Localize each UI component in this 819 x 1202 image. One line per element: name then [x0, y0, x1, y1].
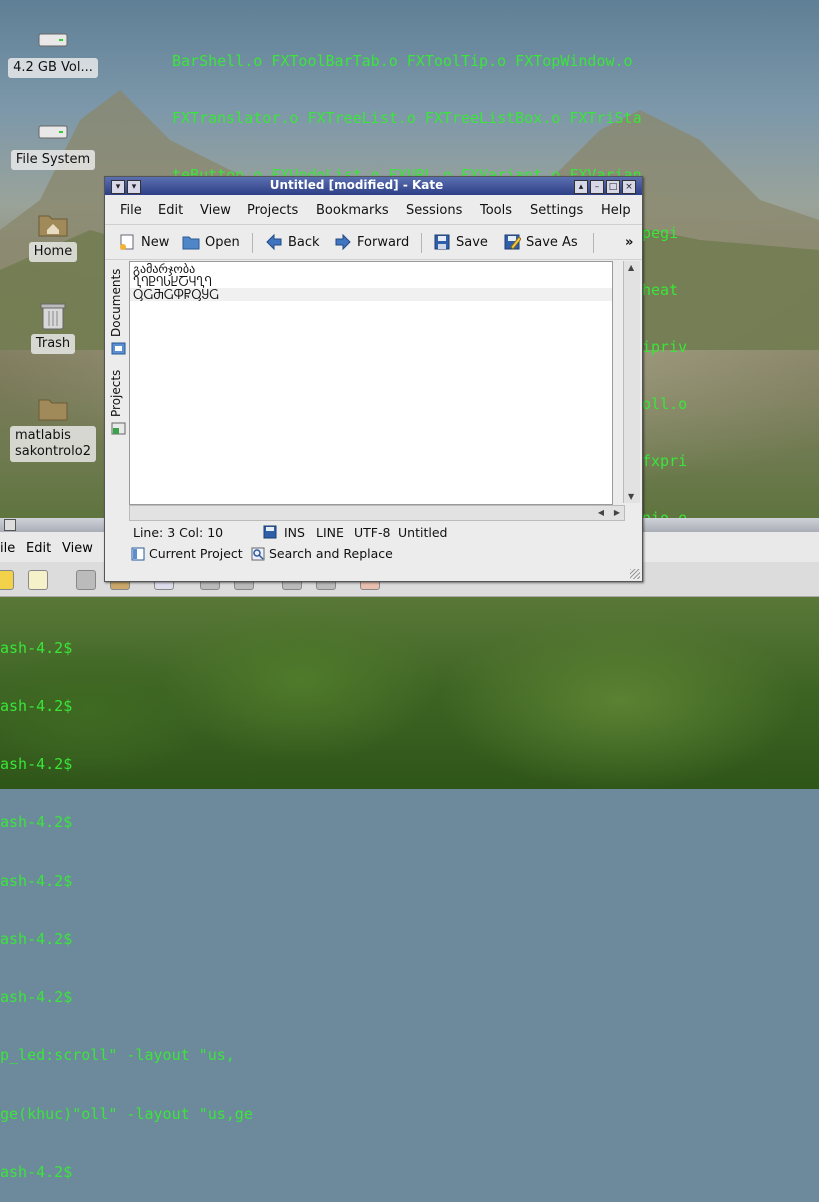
desktop-icon-label: File System — [10, 150, 96, 170]
open-folder-icon — [182, 236, 200, 250]
terminal-output-right: pegi heat ipriv oll.o fxpri nio.o — [642, 224, 688, 527]
new-document-icon — [120, 234, 134, 250]
tab-current-project[interactable]: Current Project — [131, 546, 243, 561]
menu-help[interactable]: Help — [601, 203, 631, 218]
toolbar-separator — [421, 233, 422, 253]
trash-icon — [8, 298, 98, 334]
input-mode[interactable]: INS — [284, 525, 305, 540]
window-menu-button[interactable]: ▾ — [111, 180, 125, 194]
menu-bookmarks[interactable]: Bookmarks — [316, 203, 389, 218]
document-name: Untitled — [398, 525, 448, 540]
projects-icon — [111, 422, 126, 435]
desktop-icon-label: matlabis sakontrolo2 — [10, 426, 96, 462]
folder-icon — [8, 390, 98, 426]
save-as-icon — [504, 234, 521, 250]
status-bar: Line: 3 Col: 10 INS LINE UTF-8 Untitled — [129, 521, 639, 543]
desktop-icon-home[interactable]: Home — [8, 206, 98, 262]
menu-edit[interactable]: Edit — [158, 203, 183, 218]
toolbar-separator — [593, 233, 594, 253]
drive-icon — [8, 22, 98, 58]
tab-search-replace[interactable]: Search and Replace — [251, 546, 393, 561]
menu-view[interactable]: View — [200, 203, 231, 218]
cursor-position: Line: 3 Col: 10 — [133, 525, 224, 540]
toolbar-overflow-button[interactable]: » — [625, 231, 633, 253]
desktop-icon-label: 4.2 GB Vol... — [8, 58, 98, 78]
drive-icon — [8, 114, 98, 150]
open-button[interactable]: Open — [182, 231, 240, 253]
horizontal-scrollbar[interactable]: ◀ ▶ — [129, 505, 625, 521]
documents-icon — [111, 342, 126, 355]
new-button[interactable]: New — [118, 231, 169, 253]
menu-file[interactable]: File — [120, 203, 142, 218]
save-as-label: Save As — [526, 234, 578, 250]
home-folder-icon — [8, 206, 98, 242]
tab-current-project-label: Current Project — [149, 546, 243, 561]
window-menu-icon[interactable] — [4, 519, 16, 531]
window-titlebar[interactable]: ▾ ▾ Untitled [modified] - Kate ▴ – □ × — [105, 177, 642, 195]
scroll-up-icon[interactable]: ▲ — [628, 263, 634, 272]
open-label: Open — [205, 234, 240, 250]
copy-icon[interactable] — [76, 570, 96, 590]
menu-edit[interactable]: Edit — [26, 541, 51, 556]
save-label: Save — [456, 234, 488, 250]
bottom-tool-tabs: Current Project Search and Replace — [129, 543, 639, 565]
close-button[interactable]: × — [622, 180, 636, 194]
new-window-icon[interactable] — [28, 570, 48, 590]
modified-disk-icon — [263, 525, 277, 539]
menu-settings[interactable]: Settings — [530, 203, 583, 218]
desktop-icon-volume[interactable]: 4.2 GB Vol... — [8, 22, 98, 78]
save-button[interactable]: Save — [433, 231, 488, 253]
menu-sessions[interactable]: Sessions — [406, 203, 462, 218]
toolbar-separator — [252, 233, 253, 253]
vertical-scrollbar[interactable]: ▲ ▼ — [623, 261, 640, 503]
save-as-button[interactable]: Save As — [503, 231, 578, 253]
minimize-button[interactable]: – — [590, 180, 604, 194]
menu-projects[interactable]: Projects — [247, 203, 298, 218]
back-button[interactable]: Back — [265, 231, 320, 253]
forward-label: Forward — [357, 234, 410, 250]
tab-documents[interactable]: Documents — [109, 265, 129, 337]
sidebar-tabs: Documents Projects — [109, 261, 129, 511]
window-title: Untitled [modified] - Kate — [269, 178, 444, 192]
editor-line-2: ႢႤႲႤႱႾႠႷႢႤ — [133, 275, 212, 289]
forward-button[interactable]: Forward — [334, 231, 409, 253]
arrow-left-icon — [266, 233, 282, 251]
back-label: Back — [288, 234, 320, 250]
menubar: File Edit View Projects Bookmarks Sessio… — [105, 197, 642, 223]
desktop-icon-folder[interactable]: matlabis sakontrolo2 — [8, 390, 98, 462]
menu-file[interactable]: ile — [0, 541, 15, 556]
main-toolbar: New Open Back Forward Save Save As » — [105, 224, 642, 260]
selection-mode[interactable]: LINE — [316, 525, 344, 540]
floppy-disk-icon — [434, 234, 450, 250]
desktop-icon-file-system[interactable]: File System — [8, 114, 98, 170]
kate-window: ▾ ▾ Untitled [modified] - Kate ▴ – □ × F… — [104, 176, 643, 582]
search-icon — [251, 547, 265, 560]
encoding[interactable]: UTF-8 — [354, 525, 390, 540]
desktop-icon-label: Trash — [30, 334, 76, 354]
new-tab-icon[interactable] — [0, 570, 14, 590]
editor-line-1: გამარჯობა — [133, 262, 196, 276]
menu-view[interactable]: View — [62, 541, 93, 556]
maximize-button[interactable]: □ — [606, 180, 620, 194]
above-button[interactable]: ▴ — [574, 180, 588, 194]
terminal-output-bottom: ash-4.2$ ash-4.2$ ash-4.2$ ash-4.2$ ash-… — [0, 638, 253, 1181]
desktop-icon-trash[interactable]: Trash — [8, 298, 98, 354]
desktop-icon-label: Home — [28, 242, 78, 262]
scroll-right-icon[interactable]: ▶ — [614, 508, 620, 517]
text-editor[interactable]: გამარჯობა ႢႤႲႤႱႾႠႷႢႤ ႳႺႫႺႴႼႳႸႺ — [129, 261, 613, 505]
scroll-down-icon[interactable]: ▼ — [628, 492, 634, 501]
tab-search-replace-label: Search and Replace — [269, 546, 393, 561]
arrow-right-icon — [335, 233, 351, 251]
project-icon — [131, 547, 145, 560]
shade-button[interactable]: ▾ — [127, 180, 141, 194]
menu-tools[interactable]: Tools — [480, 203, 512, 218]
tab-projects[interactable]: Projects — [109, 361, 129, 417]
editor-line-3: ႳႺႫႺႴႼႳႸႺ — [133, 288, 219, 302]
scroll-left-icon[interactable]: ◀ — [598, 508, 604, 517]
resize-grip[interactable] — [630, 569, 640, 579]
new-label: New — [141, 234, 170, 250]
